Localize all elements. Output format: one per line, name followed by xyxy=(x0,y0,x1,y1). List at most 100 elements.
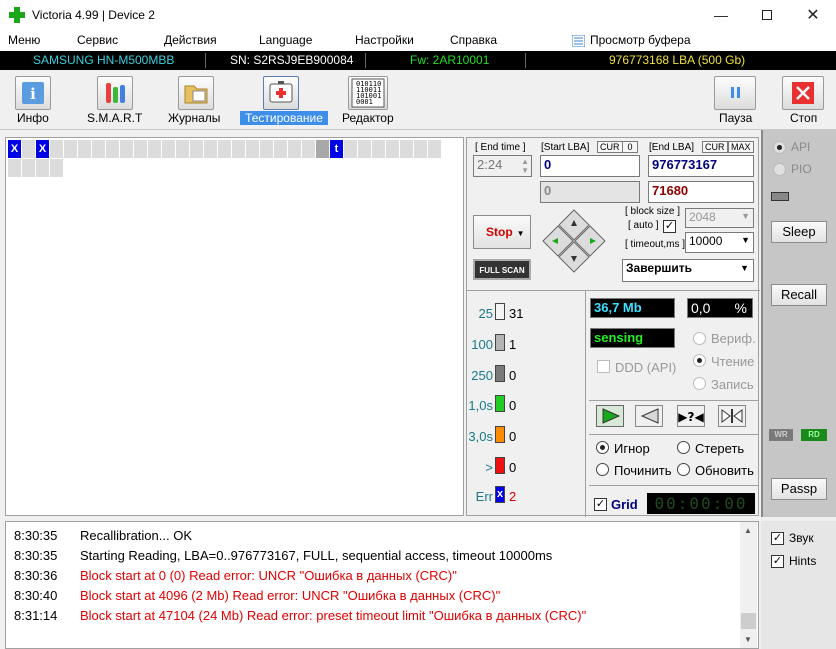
verify-radio[interactable] xyxy=(693,332,706,345)
end-max-button[interactable]: MAX xyxy=(728,141,754,153)
grid-label: Grid xyxy=(611,497,638,512)
sector-block xyxy=(246,140,259,158)
passport-button[interactable]: Passp xyxy=(771,478,827,500)
auto-block-checkbox[interactable]: ✓ xyxy=(663,220,676,233)
stat-label: 1,0s xyxy=(468,398,493,413)
device-info-bar: SAMSUNG HN-M500MBB SN: S2RSJ9EB900084 Fw… xyxy=(0,51,836,70)
ddd-api-checkbox[interactable] xyxy=(597,360,610,373)
finish-action-select[interactable]: Завершить ▼ xyxy=(622,259,754,282)
sector-block xyxy=(78,140,91,158)
hints-checkbox[interactable]: ✓ xyxy=(771,555,784,568)
erase-radio[interactable] xyxy=(677,441,690,454)
menu-help[interactable]: Справка xyxy=(450,33,497,47)
pause-button[interactable] xyxy=(714,76,756,110)
stat-count: 0 xyxy=(509,368,517,383)
stat-label: 3,0s xyxy=(468,429,493,444)
verify-label: Вериф. xyxy=(711,331,756,346)
menu-bar: Меню Сервис Действия Language Настройки … xyxy=(0,30,836,51)
event-log: 8:30:35 Recallibration... OK 8:30:35 Starti… xyxy=(5,521,759,649)
scroll-thumb[interactable] xyxy=(741,613,756,629)
sound-checkbox[interactable]: ✓ xyxy=(771,532,784,545)
folder-icon xyxy=(184,85,208,104)
sleep-button[interactable]: Sleep xyxy=(771,221,827,243)
read-label: Чтение xyxy=(711,354,755,369)
maximize-icon xyxy=(762,10,772,20)
maximize-button[interactable] xyxy=(744,0,790,30)
read-indicator: RD xyxy=(801,429,827,441)
timeout-select[interactable]: 10000 ▼ xyxy=(685,232,754,253)
stat-color-swatch xyxy=(495,365,505,382)
stop-test-button[interactable]: Stop ▼ xyxy=(473,215,531,249)
log-row: 8:30:35 Recallibration... OK xyxy=(14,528,192,548)
butterfly-button[interactable] xyxy=(718,405,746,427)
start-cur-button[interactable]: CUR xyxy=(597,141,623,153)
pio-radio[interactable] xyxy=(773,163,786,176)
log-scrollbar[interactable]: ▲ ▼ xyxy=(740,522,757,648)
remaining-field: 71680 xyxy=(648,181,754,203)
logs-button[interactable] xyxy=(178,76,214,110)
write-indicator: WR xyxy=(769,429,793,441)
play-icon xyxy=(602,408,621,424)
sector-block xyxy=(218,140,231,158)
api-radio[interactable] xyxy=(773,141,786,154)
buffer-view-link[interactable]: Просмотр буфера xyxy=(590,33,691,47)
testing-button[interactable] xyxy=(263,76,299,110)
api-label: API xyxy=(791,140,811,154)
scroll-up-icon[interactable]: ▲ xyxy=(744,526,752,535)
minimize-button[interactable]: — xyxy=(698,0,744,30)
end-time-label: [ End time ] xyxy=(475,142,526,153)
play-button[interactable] xyxy=(596,405,624,427)
toolbar: i Инфо S.M.A.R.T Журналы Тестирование 01… xyxy=(0,70,836,130)
menu-service[interactable]: Сервис xyxy=(77,33,118,47)
info-icon: i xyxy=(22,82,44,104)
stat-count: 0 xyxy=(509,460,517,475)
direction-pad[interactable] xyxy=(541,208,607,274)
pause-label: Пауза xyxy=(719,111,753,125)
sector-block xyxy=(8,159,21,177)
sector-block xyxy=(232,140,245,158)
end-time-field[interactable]: 2:24 ▲ ▼ xyxy=(473,155,532,177)
sector-block xyxy=(162,140,175,158)
test-control-panel: [ End time ] 2:24 ▲ ▼ [Start LBA] CUR 0 0 … xyxy=(466,137,760,517)
block-size-select[interactable]: 2048 ▼ xyxy=(685,208,754,228)
drive-serial: SN: S2RSJ9EB900084 xyxy=(230,53,354,67)
refresh-radio[interactable] xyxy=(677,463,690,476)
menu-main[interactable]: Меню xyxy=(8,33,40,47)
full-scan-button[interactable]: FULL SCAN xyxy=(473,259,531,280)
log-row: 8:30:40 Block start at 4096 (2 Mb) Read e… xyxy=(14,588,500,608)
end-cur-button[interactable]: CUR xyxy=(702,141,728,153)
reverse-button[interactable] xyxy=(635,405,663,427)
sector-block xyxy=(302,140,315,158)
menu-language[interactable]: Language xyxy=(259,33,312,47)
start-zero-button[interactable]: 0 xyxy=(622,141,638,153)
app-cross-icon xyxy=(9,7,25,23)
start-lba-input[interactable]: 0 xyxy=(540,155,640,177)
random-button[interactable]: ▶?◀ xyxy=(677,405,705,427)
repair-radio[interactable] xyxy=(596,463,609,476)
stat-label: 100 xyxy=(471,337,493,352)
window-title: Victoria 4.99 | Device 2 xyxy=(32,8,155,22)
end-lba-input[interactable]: 976773167 xyxy=(648,155,754,177)
svg-text:i: i xyxy=(30,85,36,103)
close-button[interactable]: ✕ xyxy=(790,0,836,30)
stop-button[interactable] xyxy=(782,76,824,110)
menu-settings[interactable]: Настройки xyxy=(355,33,414,47)
sector-block xyxy=(134,140,147,158)
read-radio[interactable] xyxy=(693,354,706,367)
drive-capacity: 976773168 LBA (500 Gb) xyxy=(609,53,746,67)
recall-button[interactable]: Recall xyxy=(771,284,827,306)
grid-checkbox[interactable]: ✓ xyxy=(594,498,607,511)
ignore-radio[interactable] xyxy=(596,441,609,454)
editor-button[interactable]: 010110 110011 101001 0001 xyxy=(348,76,388,110)
drive-model: SAMSUNG HN-M500MBB xyxy=(33,53,175,67)
sector-block xyxy=(50,140,63,158)
write-radio[interactable] xyxy=(693,377,706,390)
stat-color-swatch xyxy=(495,457,505,474)
info-button[interactable]: i xyxy=(15,76,51,110)
info-label: Инфо xyxy=(17,111,49,125)
scroll-down-icon[interactable]: ▼ xyxy=(744,635,752,644)
menu-actions[interactable]: Действия xyxy=(164,33,217,47)
block-size-label: [ block size ] xyxy=(625,206,681,217)
sector-block xyxy=(358,140,371,158)
smart-button[interactable] xyxy=(97,76,133,110)
